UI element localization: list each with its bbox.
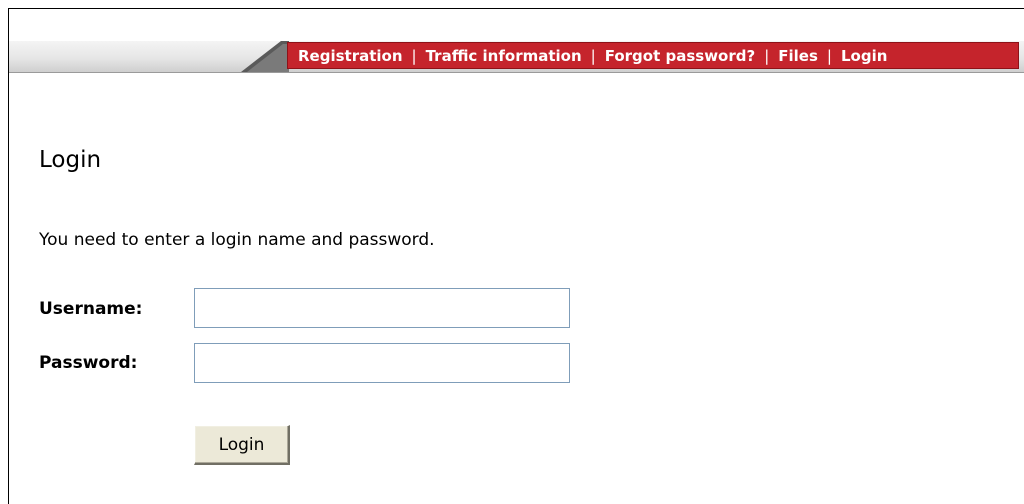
page-title: Login [39,147,102,173]
username-label: Username: [39,299,143,319]
header-corner-graphic [241,41,289,72]
username-input[interactable] [194,288,570,328]
page-frame: Registration | Traffic information | For… [8,8,1024,504]
nav-separator: | [826,46,832,65]
nav-link-forgot-password[interactable]: Forgot password? [605,47,756,65]
nav-separator: | [590,46,596,65]
nav-link-files[interactable]: Files [778,47,818,65]
login-instructions: You need to enter a login name and passw… [39,230,435,250]
nav-link-traffic-information[interactable]: Traffic information [426,47,582,65]
top-nav: Registration | Traffic information | For… [287,42,1019,69]
login-button[interactable]: Login [194,425,290,465]
nav-separator: | [764,46,770,65]
nav-separator: | [411,46,417,65]
nav-link-login[interactable]: Login [841,47,887,65]
password-input[interactable] [194,343,570,383]
header-bar: Registration | Traffic information | For… [9,41,1024,73]
nav-link-registration[interactable]: Registration [298,47,403,65]
password-label: Password: [39,353,138,373]
